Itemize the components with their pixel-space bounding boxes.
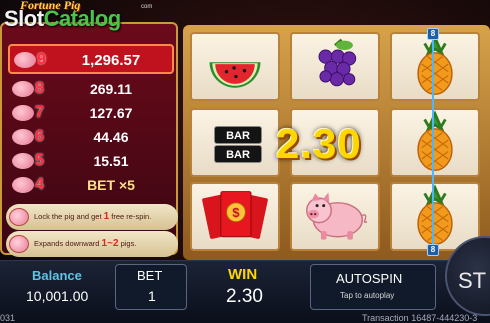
payout-value: 1,296.57: [81, 52, 141, 69]
reel-symbol-pineapple: [390, 108, 480, 177]
paytable-panel: 9 1,296.57 8 269.11 7 127.67 6 44.46 5 1…: [0, 22, 178, 257]
payline-badge: 8: [427, 244, 439, 256]
paytable-row: 4 BET ×5: [8, 174, 174, 198]
reel-symbol-pig: [290, 182, 380, 251]
bar-label: BAR: [214, 145, 262, 163]
payout-value: 127.67: [89, 105, 133, 121]
pig-icon: [12, 153, 34, 169]
pig-icon: [12, 105, 34, 121]
game-stage: 9 1,296.57 8 269.11 7 127.67 6 44.46 5 1…: [0, 0, 490, 323]
expand-pig-hint: Expands downward 1~2 pigs.: [6, 231, 178, 257]
pineapple-icon: [417, 184, 453, 245]
paytable-row: 8 269.11: [8, 78, 174, 102]
pig-count: 9: [37, 51, 46, 68]
payout-value: 15.51: [93, 153, 129, 169]
paytable-row: 6 44.46: [8, 126, 174, 150]
pig-count: 7: [35, 104, 44, 121]
reel-symbol-watermelon: [190, 32, 280, 101]
reel-symbol-grapes: [290, 32, 380, 101]
hint-text: Expands downward 1~2 pigs.: [34, 238, 137, 249]
hint-text: Lock the pig and get 1 free re-spin.: [34, 211, 152, 222]
paytable-row: 9 1,296.57: [8, 44, 174, 74]
payout-value: BET ×5: [87, 177, 135, 193]
autospin-subtext: Tap to autoplay: [340, 291, 395, 300]
balance-value: 10,001.00: [26, 288, 89, 304]
payline-indicator: [432, 36, 434, 250]
watermelon-icon: [209, 62, 261, 88]
balance-label: Balance: [32, 268, 82, 283]
pig-count: 6: [35, 128, 44, 145]
pig-count: 4: [35, 176, 44, 193]
win-overlay-amount: 2.30: [276, 120, 362, 167]
autospin-label: AUTOSPIN: [336, 271, 403, 286]
bet-label: BET: [137, 268, 163, 283]
transaction-prefix: 031: [0, 313, 16, 323]
watermark-suffix: com: [141, 4, 153, 10]
payout-value: 269.11: [89, 81, 133, 97]
bet-value: 1: [148, 288, 156, 304]
transaction-id: Transaction 16487-444230-3: [362, 313, 478, 323]
reel-symbol-red-envelope: $: [190, 182, 280, 251]
pig-icon: [9, 208, 29, 226]
game-logo: Fortune Pig SlotCatalog com: [0, 0, 160, 42]
reel-symbol-pineapple: [390, 32, 480, 101]
win-value: 2.30: [226, 286, 263, 307]
paytable-row: 5 15.51: [8, 150, 174, 174]
pig-icon: [14, 52, 36, 68]
pig-icon: [306, 192, 368, 240]
pig-icon: [12, 129, 34, 145]
bar-label: BAR: [214, 126, 262, 144]
payout-value: 44.46: [93, 129, 129, 145]
svg-text:$: $: [232, 205, 240, 220]
win-label: WIN: [228, 266, 258, 283]
payline-badge: 8: [427, 28, 439, 40]
pig-icon: [12, 81, 34, 97]
pig-count: 8: [35, 80, 44, 97]
red-envelope-icon: $: [202, 191, 268, 239]
lock-pig-hint: Lock the pig and get 1 free re-spin.: [6, 204, 178, 230]
pig-icon: [12, 177, 34, 193]
spin-label: ST: [458, 268, 487, 293]
reel-symbol-bar-bar: BAR BAR: [190, 108, 280, 177]
pineapple-icon: [417, 110, 453, 171]
paytable-row: 7 127.67: [8, 102, 174, 126]
watermark: SlotCatalog: [4, 6, 121, 31]
grapes-icon: [318, 38, 357, 87]
pig-icon: [9, 235, 29, 253]
pineapple-icon: [417, 34, 453, 95]
pig-count: 5: [35, 152, 44, 169]
